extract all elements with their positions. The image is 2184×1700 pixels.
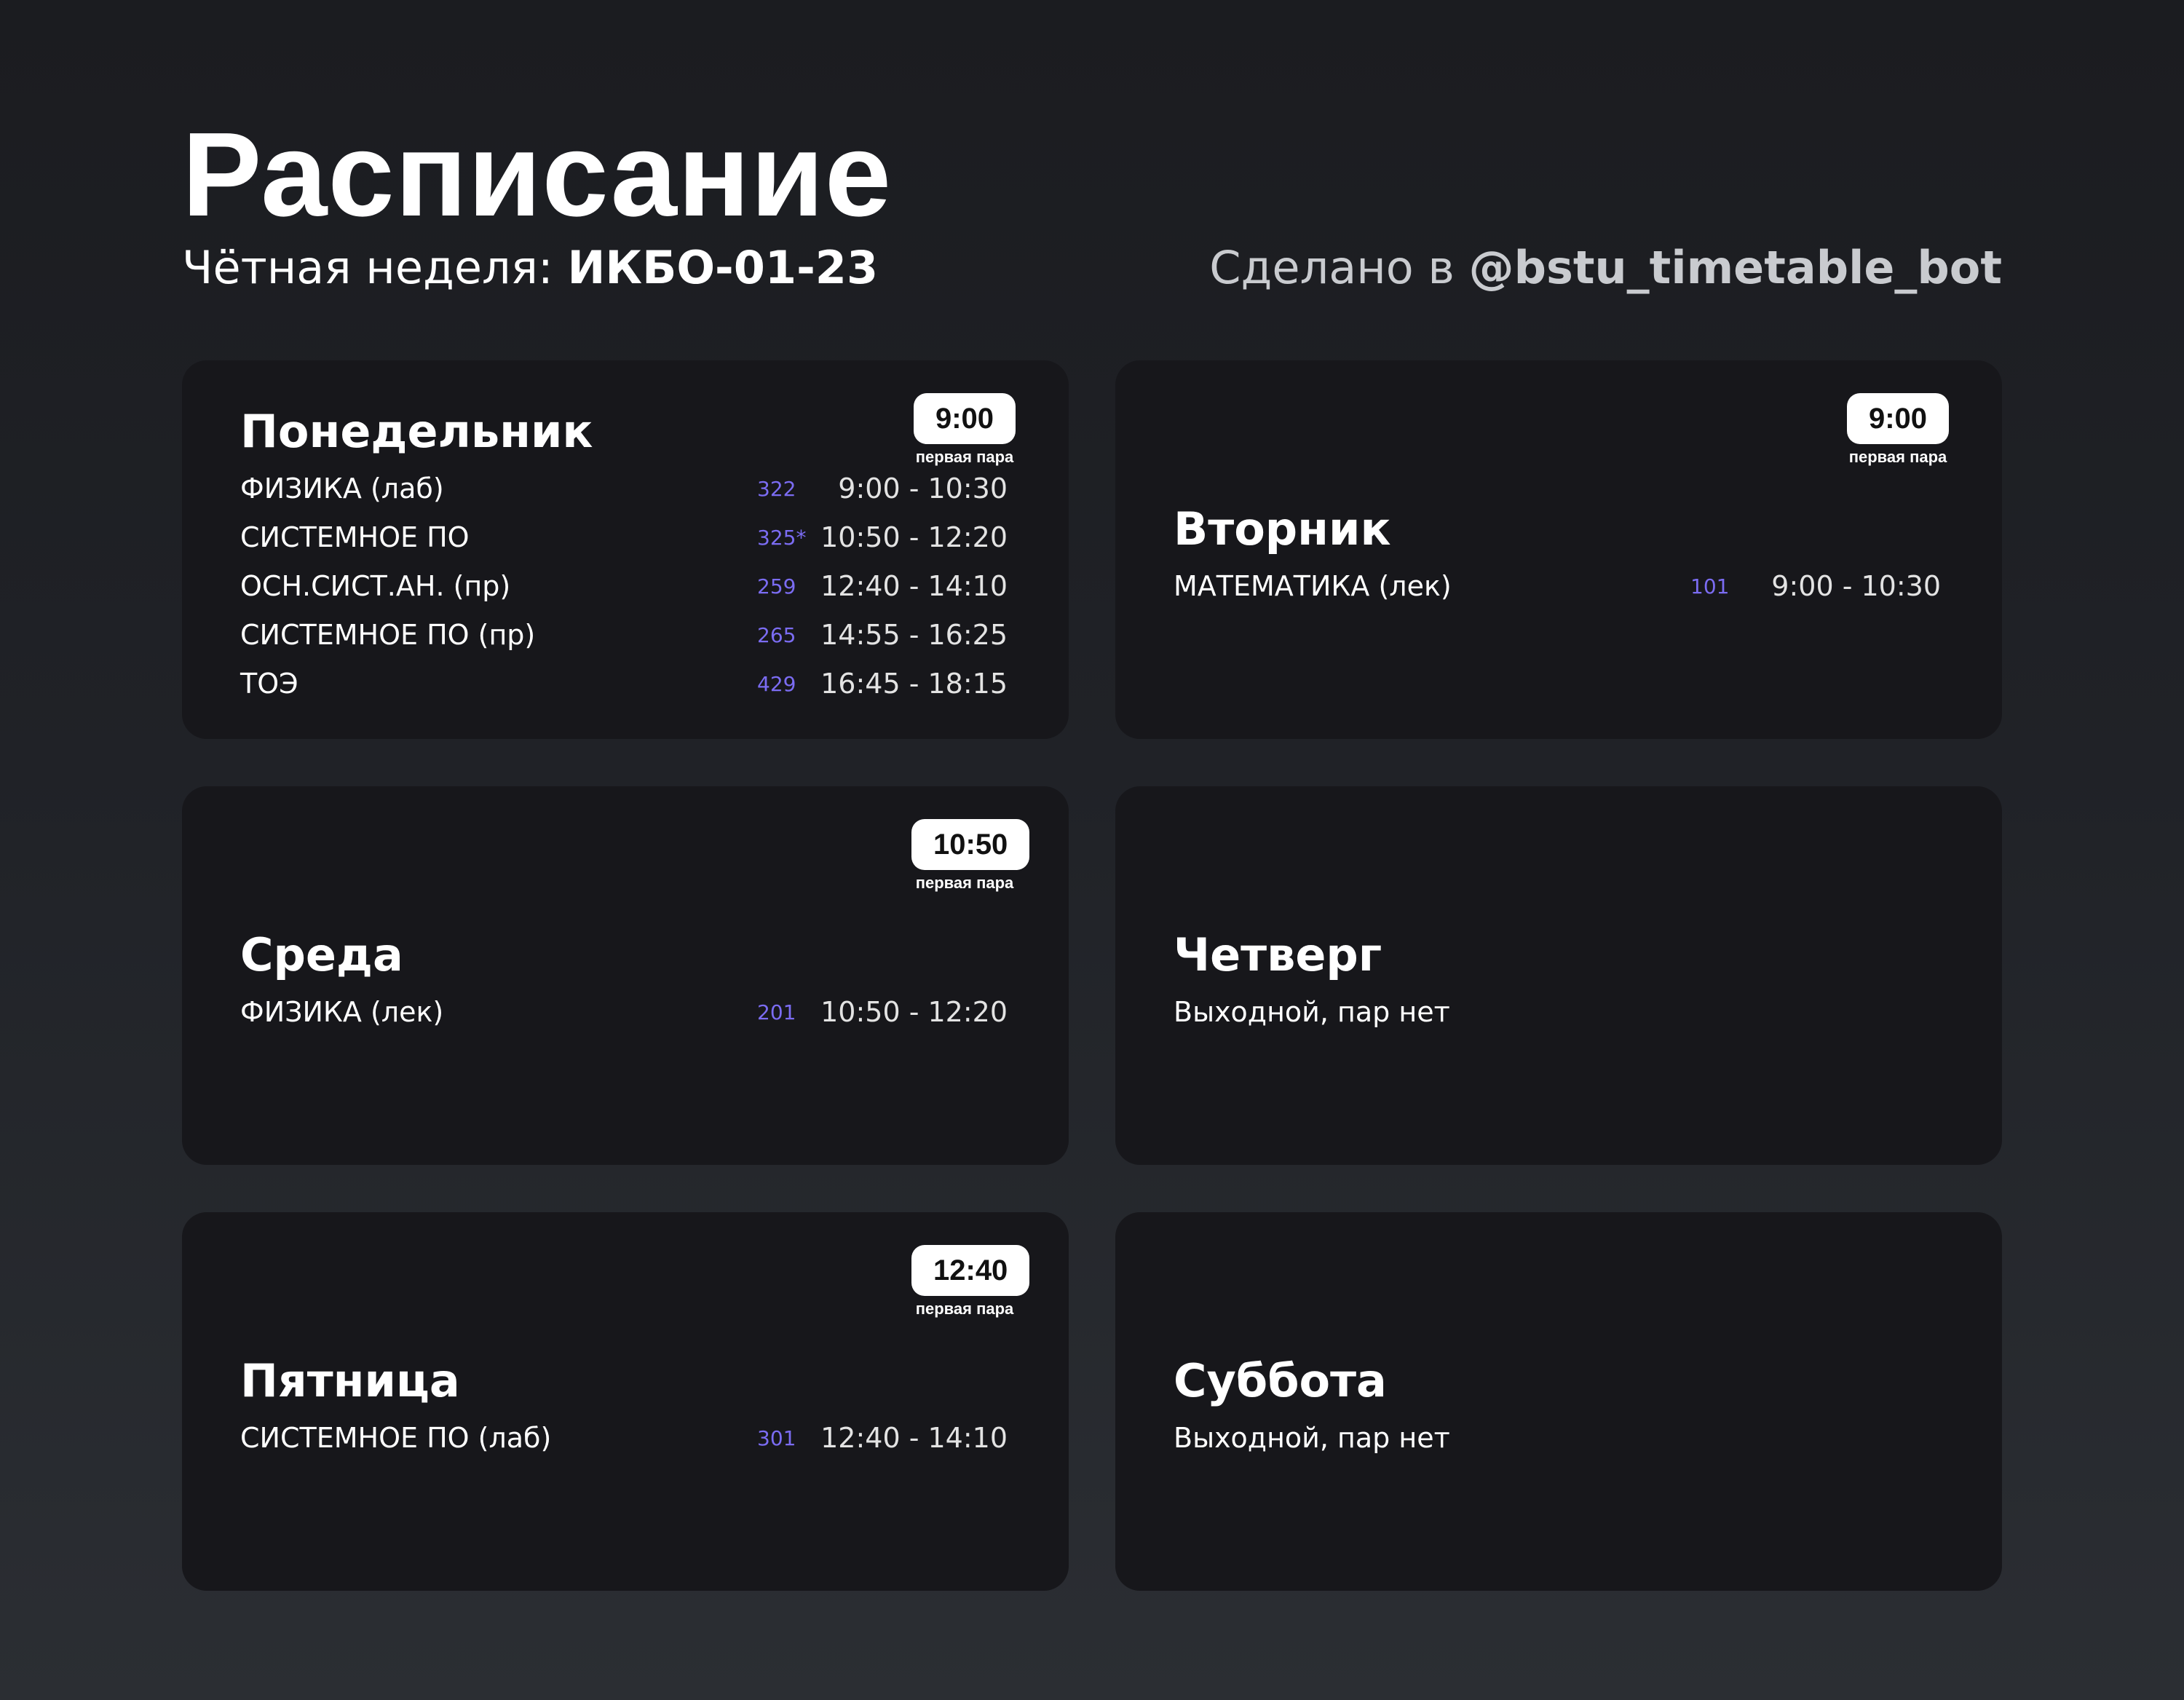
lesson-row: ФИЗИКА (лек) 201 10:50 - 12:20 [240,988,1010,1037]
lesson-time: 14:55 - 16:25 [820,619,1008,651]
lesson-time: 16:45 - 18:15 [820,668,1008,700]
lesson-row: ОСН.СИСТ.АН. (пр) 259 12:40 - 14:10 [240,562,1010,611]
credit: Сделано в @bstu_timetable_bot [1209,239,2002,297]
page-title: Расписание [182,108,893,241]
lesson-time: 10:50 - 12:20 [820,996,1008,1028]
day-card-thursday: Четверг Выходной, пар нет [1115,786,2002,1165]
lesson-row: СИСТЕМНОЕ ПО 325* 10:50 - 12:20 [240,513,1010,562]
lesson-room: 322 [757,477,796,501]
lesson-row: СИСТЕМНОЕ ПО (лаб) 301 12:40 - 14:10 [240,1414,1010,1463]
day-card-tuesday: 9:00 первая пара Вторник МАТЕМАТИКА (лек… [1115,360,2002,739]
first-lesson-caption: первая пара [915,874,1014,892]
lesson-name: СИСТЕМНОЕ ПО (лаб) [240,1422,552,1454]
lesson-time: 10:50 - 12:20 [820,521,1008,553]
lesson-name: МАТЕМАТИКА (лек) [1174,570,1452,602]
first-lesson-badge: 9:00 первая пара [1845,393,1951,467]
lesson-name: ФИЗИКА (лаб) [240,473,444,505]
day-title: Среда [240,928,403,981]
lesson-list: МАТЕМАТИКА (лек) 101 9:00 - 10:30 [1174,562,1944,611]
lesson-name: ФИЗИКА (лек) [240,996,444,1028]
day-off-text: Выходной, пар нет [1174,1422,1450,1454]
first-lesson-caption: первая пара [915,1300,1014,1318]
day-card-monday: 9:00 первая пара Понедельник ФИЗИКА (лаб… [182,360,1069,739]
day-title: Четверг [1174,928,1382,981]
lesson-list: ФИЗИКА (лаб) 322 9:00 - 10:30 СИСТЕМНОЕ … [240,464,1010,708]
lesson-room: 101 [1690,574,1730,598]
credit-prefix: Сделано в [1209,241,1455,294]
lesson-name: ТОЭ [240,668,298,700]
lesson-room: 265 [757,623,796,647]
lesson-row: СИСТЕМНОЕ ПО (пр) 265 14:55 - 16:25 [240,611,1010,660]
first-lesson-badge: 10:50 первая пара [911,819,1030,893]
lesson-time: 9:00 - 10:30 [1771,570,1941,602]
lesson-name: СИСТЕМНОЕ ПО [240,521,470,553]
first-lesson-time: 9:00 [1846,393,1950,444]
lesson-list: СИСТЕМНОЕ ПО (лаб) 301 12:40 - 14:10 [240,1414,1010,1463]
day-title: Пятница [240,1354,460,1407]
day-card-friday: 12:40 первая пара Пятница СИСТЕМНОЕ ПО (… [182,1212,1069,1591]
lesson-name: СИСТЕМНОЕ ПО (пр) [240,619,536,651]
first-lesson-caption: первая пара [1848,448,1947,466]
lesson-room: 201 [757,1000,796,1024]
lesson-row: ФИЗИКА (лаб) 322 9:00 - 10:30 [240,464,1010,513]
first-lesson-time: 10:50 [911,819,1030,870]
day-title: Понедельник [240,405,593,458]
lesson-row: МАТЕМАТИКА (лек) 101 9:00 - 10:30 [1174,562,1944,611]
day-title: Вторник [1174,502,1391,556]
lesson-time: 9:00 - 10:30 [838,473,1008,505]
day-title: Суббота [1174,1354,1387,1407]
first-lesson-badge: 12:40 первая пара [911,1245,1030,1319]
first-lesson-badge: 9:00 первая пара [911,393,1018,467]
lesson-name: ОСН.СИСТ.АН. (пр) [240,570,511,602]
day-card-wednesday: 10:50 первая пара Среда ФИЗИКА (лек) 201… [182,786,1069,1165]
day-off-text: Выходной, пар нет [1174,996,1450,1028]
day-card-saturday: Суббота Выходной, пар нет [1115,1212,2002,1591]
bot-handle[interactable]: @bstu_timetable_bot [1469,241,2002,294]
lesson-time: 12:40 - 14:10 [820,570,1008,602]
lesson-room: 301 [757,1426,796,1450]
lesson-row: ТОЭ 429 16:45 - 18:15 [240,660,1010,708]
lesson-room: 259 [757,574,796,598]
first-lesson-time: 12:40 [911,1245,1030,1296]
first-lesson-time: 9:00 [913,393,1016,444]
week-label: Чётная неделя: [182,241,553,294]
lesson-time: 12:40 - 14:10 [820,1422,1008,1454]
lesson-room: 429 [757,672,796,696]
group-name: ИКБО-01-23 [567,241,879,294]
week-subtitle: Чётная неделя: ИКБО-01-23 [182,239,878,297]
lesson-list: ФИЗИКА (лек) 201 10:50 - 12:20 [240,988,1010,1037]
lesson-room: 325* [757,526,807,550]
